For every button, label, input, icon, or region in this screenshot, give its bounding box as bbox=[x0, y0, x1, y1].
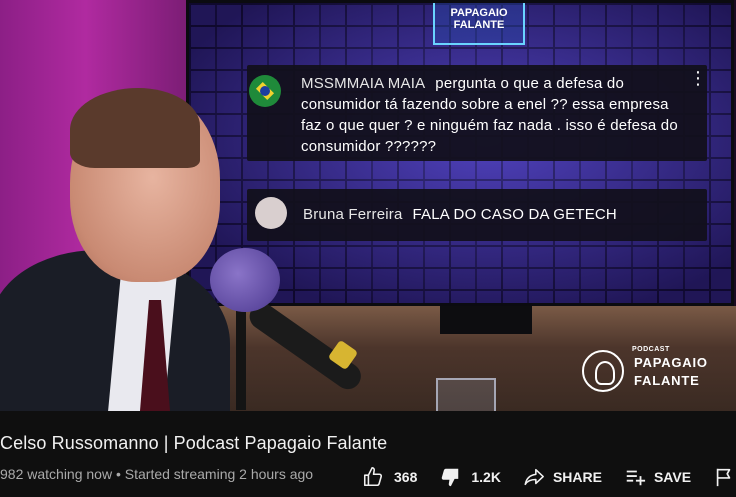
flag-icon bbox=[713, 466, 735, 488]
parrot-logo-icon bbox=[582, 350, 624, 392]
chat-message: Bruna Ferreira FALA DO CASO DA GETECH bbox=[247, 189, 707, 241]
share-label: SHARE bbox=[552, 469, 602, 485]
chat-avatar bbox=[255, 197, 287, 229]
tv-logo: PAPAGAIO FALANTE bbox=[433, 3, 525, 45]
chat-message-text: FALA DO CASO DA GETECH bbox=[412, 206, 617, 223]
viewer-count: 982 watching now bbox=[0, 466, 113, 482]
video-meta: 982 watching now • Started streaming 2 h… bbox=[0, 466, 313, 482]
thumb-down-icon bbox=[439, 466, 461, 488]
like-count: 368 bbox=[394, 469, 418, 485]
water-glass bbox=[436, 378, 496, 411]
more-vert-icon: ⋮ bbox=[689, 68, 707, 88]
share-arrow-icon bbox=[523, 466, 545, 488]
mic-stand bbox=[236, 300, 246, 410]
thumb-up-icon bbox=[362, 466, 384, 488]
playlist-add-icon bbox=[624, 466, 646, 488]
report-button[interactable] bbox=[713, 459, 735, 495]
stream-start: Started streaming 2 hours ago bbox=[124, 466, 314, 482]
chat-author: Bruna Ferreira bbox=[303, 206, 403, 223]
chat-message: MSSMMAIA MAIA pergunta o que a defesa do … bbox=[247, 65, 707, 161]
like-button[interactable]: 368 bbox=[362, 459, 417, 495]
action-bar: 368 1.2K SHARE SAVE bbox=[360, 459, 735, 495]
channel-watermark: PODCAST PAPAGAIO FALANTE bbox=[582, 346, 732, 398]
video-title: Celso Russomanno | Podcast Papagaio Fala… bbox=[0, 433, 388, 453]
tv-stand bbox=[440, 306, 532, 334]
chat-avatar bbox=[249, 75, 281, 107]
video-player[interactable]: PAPAGAIO FALANTE MSSMMAIA MAIA pergunta o… bbox=[0, 0, 736, 411]
chat-author: MSSMMAIA MAIA bbox=[301, 75, 426, 92]
dislike-count: 1.2K bbox=[471, 469, 501, 485]
mic-windscreen bbox=[210, 248, 280, 312]
dislike-button[interactable]: 1.2K bbox=[439, 459, 501, 495]
save-button[interactable]: SAVE bbox=[624, 459, 691, 495]
share-button[interactable]: SHARE bbox=[523, 459, 602, 495]
save-label: SAVE bbox=[653, 469, 692, 485]
meta-separator: • bbox=[115, 466, 121, 482]
